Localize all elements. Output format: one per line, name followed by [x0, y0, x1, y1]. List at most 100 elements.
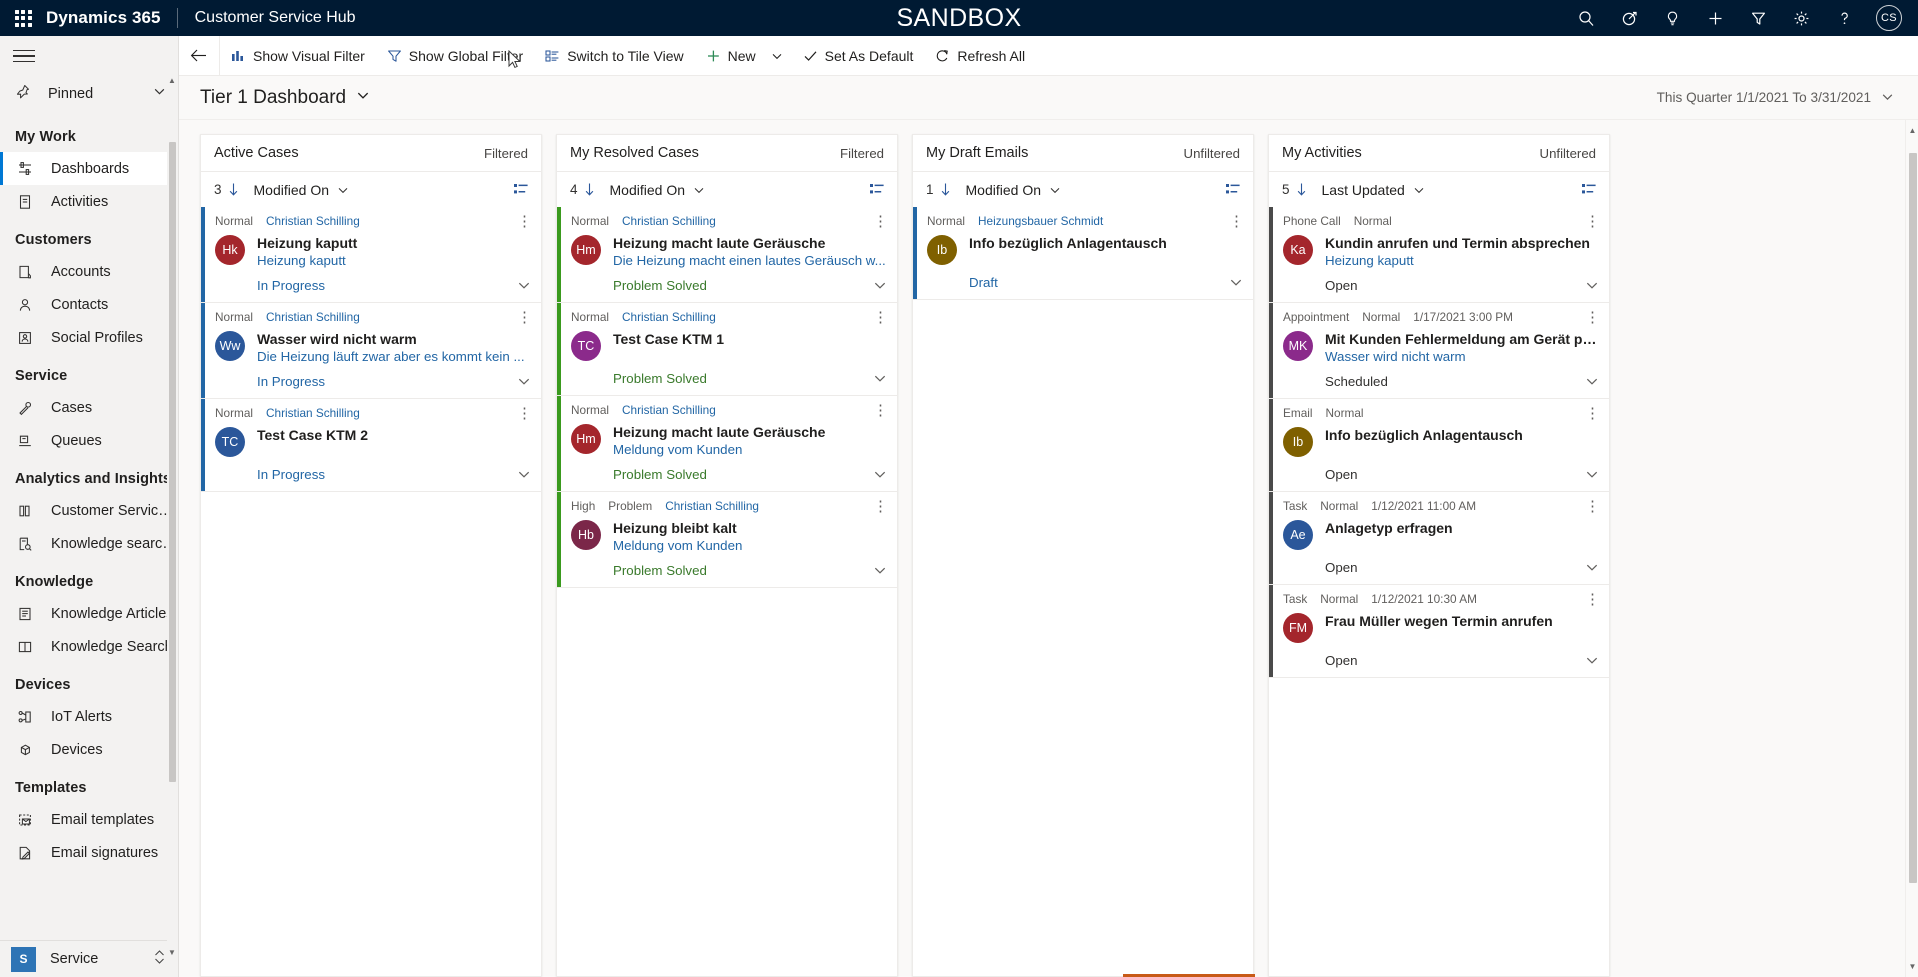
- card-customer-link[interactable]: Christian Schilling: [266, 406, 360, 420]
- help-icon[interactable]: [1823, 0, 1866, 36]
- card-expand-chevron-icon[interactable]: [517, 374, 531, 388]
- lightbulb-icon[interactable]: [1651, 0, 1694, 36]
- stream-sort-field[interactable]: Modified On: [610, 182, 685, 198]
- card-customer-link[interactable]: Christian Schilling: [266, 310, 360, 324]
- new-dropdown-chevron-icon[interactable]: [767, 36, 792, 76]
- sidebar-item-knowledge-articles[interactable]: Knowledge Articles: [0, 597, 178, 630]
- sidebar-nav-scroll[interactable]: My WorkDashboardsActivitiesCustomersAcco…: [0, 111, 178, 940]
- sidebar-item-email-signatures[interactable]: Email signatures: [0, 836, 178, 869]
- stream-view-options-icon[interactable]: [1226, 183, 1241, 196]
- card-more-options-icon[interactable]: ⋮: [1585, 313, 1599, 322]
- card-customer-link[interactable]: Christian Schilling: [622, 214, 716, 228]
- card-expand-chevron-icon[interactable]: [873, 563, 887, 577]
- sidebar-item-devices[interactable]: Devices: [0, 733, 178, 766]
- sidebar-item-knowledge-search[interactable]: Knowledge search...: [0, 527, 178, 560]
- chevron-down-icon[interactable]: [1413, 184, 1425, 196]
- card-more-options-icon[interactable]: ⋮: [873, 406, 887, 415]
- card-expand-chevron-icon[interactable]: [1585, 467, 1599, 481]
- stream-card[interactable]: TaskNormal1/12/2021 11:00 AM ⋮ Ae Anlage…: [1269, 492, 1609, 585]
- filter-icon[interactable]: [1737, 0, 1780, 36]
- chevron-down-icon[interactable]: [337, 184, 349, 196]
- card-customer-link[interactable]: Christian Schilling: [622, 310, 716, 324]
- scroll-up-icon[interactable]: ▲: [1906, 126, 1918, 135]
- sidebar-scroll-thumb[interactable]: [169, 142, 176, 782]
- refresh-all-button[interactable]: Refresh All: [924, 36, 1036, 76]
- scroll-up-icon[interactable]: ▲: [167, 76, 177, 85]
- stream-card-list[interactable]: NormalChristian Schilling ⋮ Hk Heizung k…: [201, 207, 541, 976]
- card-expand-chevron-icon[interactable]: [873, 467, 887, 481]
- page-scroll-thumb[interactable]: [1909, 153, 1917, 883]
- sidebar-item-customer-service[interactable]: Customer Service ...: [0, 494, 178, 527]
- hamburger-menu-icon[interactable]: [13, 46, 35, 67]
- chevron-down-icon[interactable]: [693, 184, 705, 196]
- card-expand-chevron-icon[interactable]: [517, 467, 531, 481]
- stream-card[interactable]: NormalChristian Schilling ⋮ Ww Wasser wi…: [201, 303, 541, 399]
- card-expand-chevron-icon[interactable]: [517, 278, 531, 292]
- stream-card[interactable]: AppointmentNormal1/17/2021 3:00 PM ⋮ MK …: [1269, 303, 1609, 399]
- card-expand-chevron-icon[interactable]: [1585, 560, 1599, 574]
- sidebar-pinned[interactable]: Pinned: [0, 76, 178, 111]
- stream-card[interactable]: NormalChristian Schilling ⋮ TC Test Case…: [557, 303, 897, 396]
- card-more-options-icon[interactable]: ⋮: [517, 313, 531, 322]
- card-expand-chevron-icon[interactable]: [1229, 275, 1243, 289]
- card-more-options-icon[interactable]: ⋮: [1585, 595, 1599, 604]
- card-more-options-icon[interactable]: ⋮: [1585, 502, 1599, 511]
- app-switcher-footer[interactable]: S Service: [0, 940, 178, 977]
- card-more-options-icon[interactable]: ⋮: [517, 217, 531, 226]
- plus-icon[interactable]: [1694, 0, 1737, 36]
- stream-card-list[interactable]: NormalHeizungsbauer Schmidt ⋮ Ib Info be…: [913, 207, 1253, 976]
- card-more-options-icon[interactable]: ⋮: [1585, 217, 1599, 226]
- card-more-options-icon[interactable]: ⋮: [1585, 409, 1599, 418]
- stream-view-options-icon[interactable]: [514, 183, 529, 196]
- chevron-down-icon[interactable]: [153, 85, 166, 103]
- chevron-down-icon[interactable]: [1049, 184, 1061, 196]
- show-visual-filter-button[interactable]: Show Visual Filter: [220, 36, 376, 76]
- sidebar-item-activities[interactable]: Activities: [0, 185, 178, 218]
- sidebar-scrollbar[interactable]: ▲ ▼: [167, 74, 178, 959]
- sidebar-item-email-templates[interactable]: Email templates: [0, 803, 178, 836]
- date-range-filter[interactable]: This Quarter 1/1/2021 To 3/31/2021: [1657, 90, 1894, 106]
- stream-card[interactable]: NormalChristian Schilling ⋮ Hk Heizung k…: [201, 207, 541, 303]
- card-expand-chevron-icon[interactable]: [1585, 653, 1599, 667]
- card-expand-chevron-icon[interactable]: [873, 278, 887, 292]
- sidebar-item-contacts[interactable]: Contacts: [0, 288, 178, 321]
- card-more-options-icon[interactable]: ⋮: [1229, 217, 1243, 226]
- chevron-down-icon[interactable]: [1881, 90, 1894, 106]
- sort-descending-icon[interactable]: [1295, 182, 1308, 197]
- back-arrow-icon[interactable]: [179, 36, 220, 76]
- diagnostics-icon[interactable]: [1608, 0, 1651, 36]
- stream-view-options-icon[interactable]: [870, 183, 885, 196]
- sort-descending-icon[interactable]: [939, 182, 952, 197]
- gear-icon[interactable]: [1780, 0, 1823, 36]
- new-button[interactable]: New: [695, 36, 767, 76]
- card-expand-chevron-icon[interactable]: [1585, 278, 1599, 292]
- sidebar-item-queues[interactable]: Queues: [0, 424, 178, 457]
- page-scrollbar[interactable]: ▲ ▼: [1905, 120, 1918, 977]
- sidebar-item-dashboards[interactable]: Dashboards: [0, 152, 178, 185]
- sort-descending-icon[interactable]: [227, 182, 240, 197]
- stream-view-options-icon[interactable]: [1582, 183, 1597, 196]
- stream-card[interactable]: HighProblemChristian Schilling ⋮ Hb Heiz…: [557, 492, 897, 588]
- app-launcher-icon[interactable]: [0, 10, 46, 27]
- stream-card[interactable]: NormalChristian Schilling ⋮ Hm Heizung m…: [557, 207, 897, 303]
- scroll-down-icon[interactable]: ▼: [1906, 962, 1918, 971]
- card-customer-link[interactable]: Heizungsbauer Schmidt: [978, 214, 1103, 228]
- card-more-options-icon[interactable]: ⋮: [873, 502, 887, 511]
- sort-descending-icon[interactable]: [583, 182, 596, 197]
- stream-card-list[interactable]: NormalChristian Schilling ⋮ Hm Heizung m…: [557, 207, 897, 976]
- card-customer-link[interactable]: Christian Schilling: [665, 499, 759, 513]
- stream-card-list[interactable]: Phone CallNormal ⋮ Ka Kundin anrufen und…: [1269, 207, 1609, 976]
- stream-card[interactable]: NormalHeizungsbauer Schmidt ⋮ Ib Info be…: [913, 207, 1253, 300]
- set-as-default-button[interactable]: Set As Default: [792, 36, 925, 76]
- user-avatar[interactable]: CS: [1876, 5, 1902, 31]
- sidebar-item-knowledge-search[interactable]: Knowledge Search: [0, 630, 178, 663]
- show-global-filter-button[interactable]: Show Global Filter: [376, 36, 534, 76]
- switch-to-tile-view-button[interactable]: Switch to Tile View: [534, 36, 694, 76]
- stream-card[interactable]: NormalChristian Schilling ⋮ Hm Heizung m…: [557, 396, 897, 492]
- sidebar-item-cases[interactable]: Cases: [0, 391, 178, 424]
- search-icon[interactable]: [1565, 0, 1608, 36]
- stream-card[interactable]: NormalChristian Schilling ⋮ TC Test Case…: [201, 399, 541, 492]
- stream-sort-field[interactable]: Modified On: [966, 182, 1041, 198]
- stream-sort-field[interactable]: Last Updated: [1322, 182, 1405, 198]
- card-expand-chevron-icon[interactable]: [873, 371, 887, 385]
